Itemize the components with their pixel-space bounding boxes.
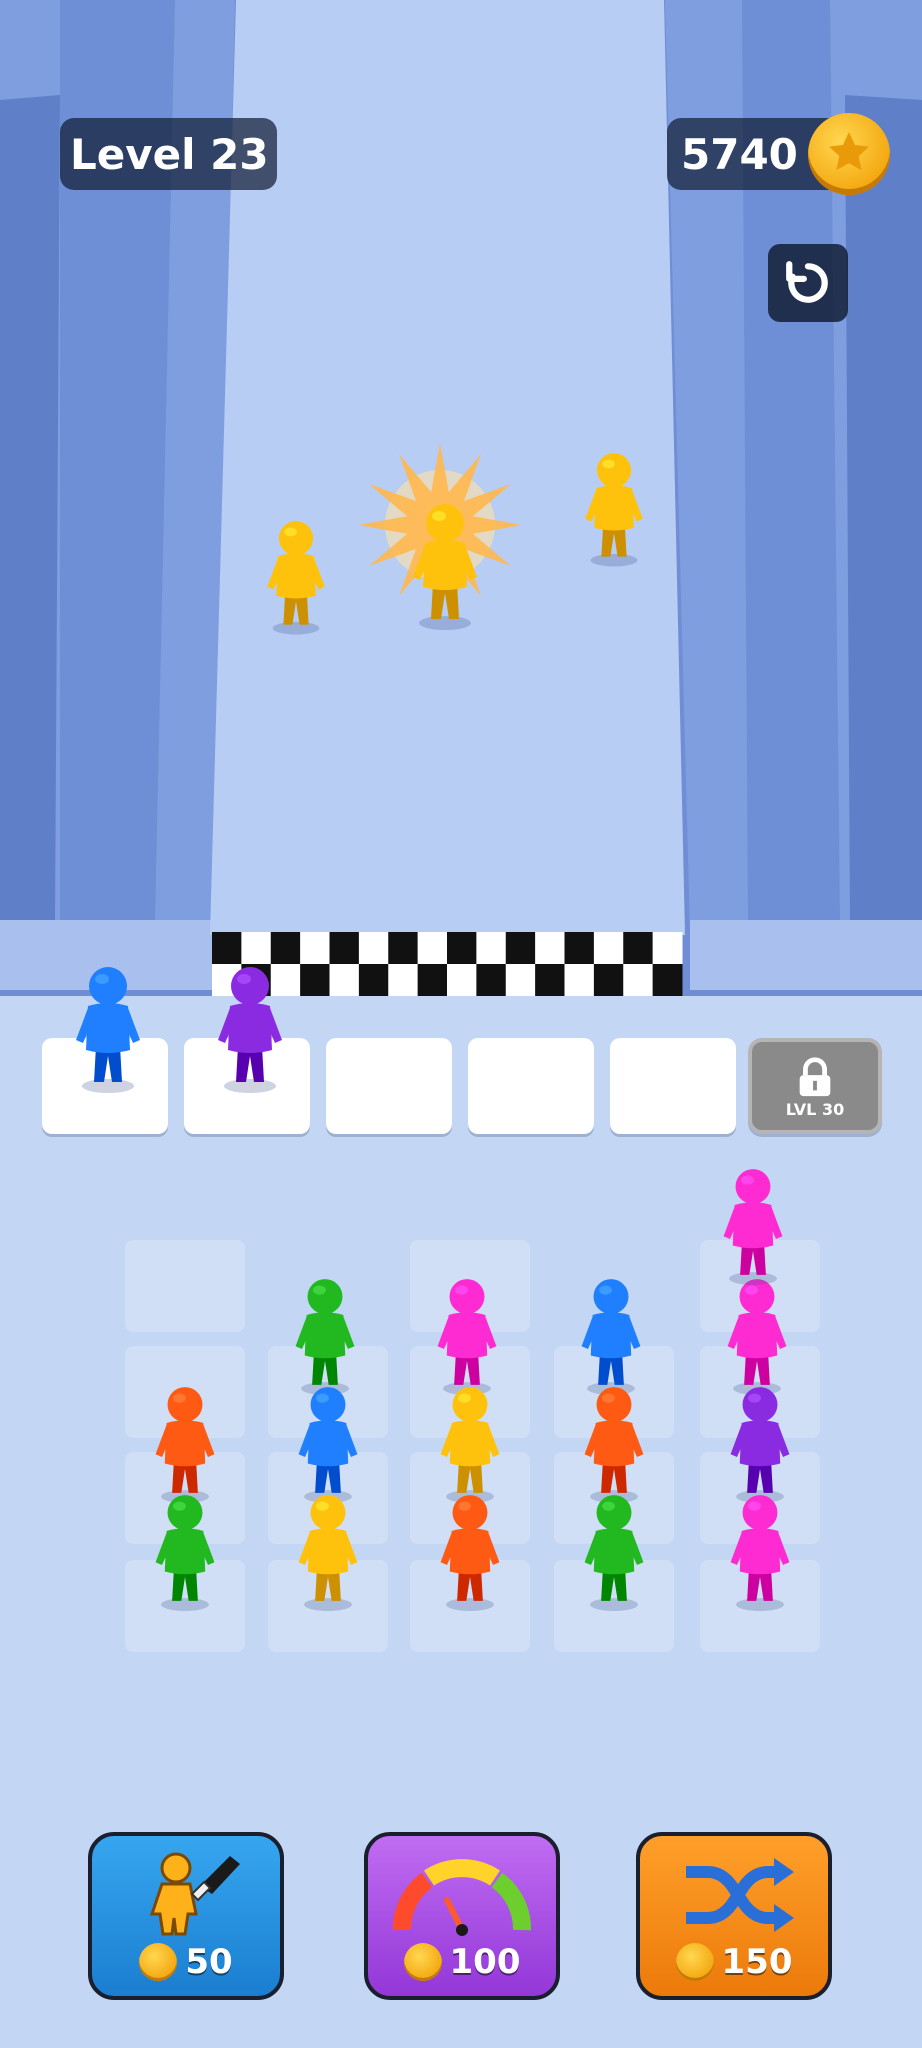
grid-tile — [700, 1452, 820, 1544]
queue-slot-4 — [468, 1038, 594, 1134]
grid-tile — [268, 1452, 388, 1544]
finish-checker — [270, 932, 301, 964]
shuffle-cost: 150 — [640, 1942, 828, 1982]
finish-checker — [388, 964, 419, 996]
speed-cost: 100 — [368, 1942, 556, 1982]
lock-label: LVL 30 — [785, 1099, 845, 1119]
finish-checker — [212, 932, 242, 964]
grid-tile — [554, 1560, 674, 1652]
grid-tile — [125, 1560, 245, 1652]
grid-tile — [554, 1452, 674, 1544]
finish-checker — [417, 932, 448, 964]
star-coin-icon — [808, 113, 890, 195]
finish-checker — [447, 932, 477, 964]
grid-tile — [410, 1560, 530, 1652]
finish-checker — [329, 964, 360, 996]
grid-tile — [125, 1240, 245, 1332]
coin-icon — [139, 1943, 178, 1981]
finish-checker — [564, 964, 595, 996]
finish-checker — [535, 932, 565, 964]
finish-checker — [358, 964, 389, 996]
level-label: Level 23 — [70, 129, 269, 179]
restart-icon — [786, 261, 828, 303]
finish-checker — [623, 932, 654, 964]
finish-checker — [564, 932, 595, 964]
finish-checker — [300, 932, 330, 964]
finish-checker — [388, 932, 419, 964]
finish-checker — [241, 964, 272, 996]
finish-checker — [535, 964, 565, 996]
finish-checker — [593, 964, 624, 996]
queue-slot-3 — [326, 1038, 452, 1134]
finish-checker — [652, 964, 683, 996]
finish-checker — [447, 964, 477, 996]
finish-checker — [417, 964, 448, 996]
restart-button[interactable] — [768, 244, 848, 322]
grid-tile — [125, 1452, 245, 1544]
finish-checker — [212, 964, 242, 996]
grid-tile — [268, 1346, 388, 1438]
coin-icon — [403, 1943, 442, 1981]
grid-tile — [125, 1346, 245, 1438]
lock-icon — [799, 1056, 831, 1096]
coin-icon — [675, 1943, 714, 1981]
queue-slot-1 — [42, 1038, 168, 1134]
grid-tile — [410, 1452, 530, 1544]
level-indicator: Level 23 — [60, 118, 277, 190]
finish-checker — [241, 932, 272, 964]
paint-booster-button[interactable]: 50 — [88, 1832, 284, 2000]
speed-booster-button[interactable]: 100 — [364, 1832, 560, 2000]
grid-tile — [410, 1346, 530, 1438]
paint-stickman-icon — [149, 1852, 240, 1936]
grid-tile — [700, 1240, 820, 1332]
coin-count: 5740 — [681, 129, 798, 179]
grid-tile — [410, 1240, 530, 1332]
finish-checker — [358, 932, 389, 964]
queue-slot-2 — [184, 1038, 310, 1134]
speedometer-icon — [393, 1859, 531, 1936]
queue-slot-5 — [610, 1038, 736, 1134]
finish-checker — [505, 964, 536, 996]
finish-checker — [505, 932, 536, 964]
shuffle-icon — [686, 1858, 794, 1932]
grid-tile — [268, 1560, 388, 1652]
finish-checker — [652, 932, 683, 964]
finish-checker — [593, 932, 624, 964]
finish-checker — [300, 964, 330, 996]
finish-checker — [476, 964, 507, 996]
finish-checker — [329, 932, 360, 964]
paint-cost: 50 — [92, 1942, 280, 1982]
shuffle-booster-button[interactable]: 150 — [636, 1832, 832, 2000]
grid-tile — [700, 1346, 820, 1438]
finish-checker — [270, 964, 301, 996]
grid-tile — [554, 1346, 674, 1438]
locked-slot: LVL 30 — [748, 1038, 882, 1134]
grid-tile — [700, 1560, 820, 1652]
finish-checker — [623, 964, 654, 996]
finish-line — [212, 932, 683, 996]
finish-checker — [476, 932, 507, 964]
